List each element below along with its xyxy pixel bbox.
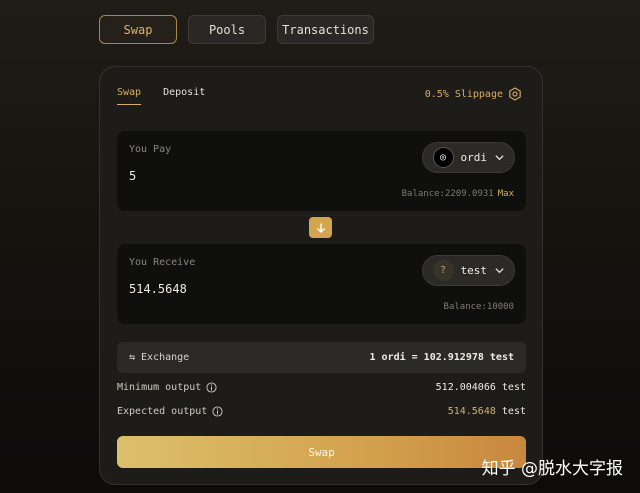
minimum-output-row: Minimum output 512.004066 test [117,382,526,393]
expected-output-value: 514.5648 test [448,406,526,417]
pay-balance: Balance:2209.0931 Max [402,189,514,199]
slippage-setting[interactable]: 0.5% Slippage [425,87,522,101]
expected-output-amount: 514.5648 [447,406,496,417]
minimum-output-value: 512.004066 test [436,382,526,393]
expected-output-label: Expected output [117,406,208,417]
exchange-label: Exchange [141,352,190,363]
receive-label: You Receive [129,257,196,268]
top-nav: Swap Pools Transactions [99,15,374,44]
minimum-output-label: Minimum output [117,382,202,393]
flip-direction-button[interactable] [309,217,332,238]
tab-deposit[interactable]: Deposit [163,87,205,105]
info-icon[interactable] [206,382,217,393]
receive-token-selector[interactable]: ? test [421,255,515,286]
receive-amount[interactable]: 514.5648 [129,282,187,296]
nav-tab-pools[interactable]: Pools [188,15,266,44]
exchange-label-group: ⇆ Exchange [129,352,189,363]
minimum-output-amount: 512.004066 [435,382,496,393]
nav-tab-transactions[interactable]: Transactions [277,15,374,44]
chevron-down-icon [495,268,504,274]
pay-balance-text: Balance:2209.0931 [401,189,494,199]
watermark: 知乎 @脱水大字报 [481,459,623,479]
pay-token-name: ordi [460,151,488,164]
test-token-icon: ? [432,260,454,281]
receive-balance: Balance:10000 [443,302,514,312]
chevron-down-icon [495,155,504,161]
info-icon[interactable] [212,406,223,417]
ordi-token-icon: ◎ [432,147,454,168]
max-button[interactable]: Max [498,189,514,199]
swap-button[interactable]: Swap [117,436,526,468]
minimum-output-unit: test [501,382,526,393]
card-tabs: Swap Deposit [117,87,205,105]
pay-panel: You Pay 5 ◎ ordi Balance:2209.0931 Max [117,131,526,211]
receive-token-name: test [460,264,488,277]
pay-token-selector[interactable]: ◎ ordi [421,142,515,173]
swap-card: Swap Deposit 0.5% Slippage You Pay 5 ◎ o… [99,66,543,485]
receive-panel: You Receive 514.5648 ? test Balance:1000… [117,244,526,324]
pay-label: You Pay [129,144,172,155]
expected-output-label-group: Expected output [117,406,223,417]
arrow-down-icon [316,223,325,233]
exchange-rate: 1 ordi = 102.912978 test [369,352,515,363]
minimum-output-label-group: Minimum output [117,382,217,393]
exchange-icon: ⇆ [129,352,136,363]
tab-swap[interactable]: Swap [117,87,142,105]
slippage-label: 0.5% Slippage [424,88,503,100]
pay-amount-input[interactable]: 5 [129,169,136,183]
settings-icon[interactable] [508,87,522,101]
exchange-rate-bar: ⇆ Exchange 1 ordi = 102.912978 test [117,342,526,373]
expected-output-unit: test [501,406,526,417]
expected-output-row: Expected output 514.5648 test [117,406,526,417]
nav-tab-swap[interactable]: Swap [99,15,177,44]
